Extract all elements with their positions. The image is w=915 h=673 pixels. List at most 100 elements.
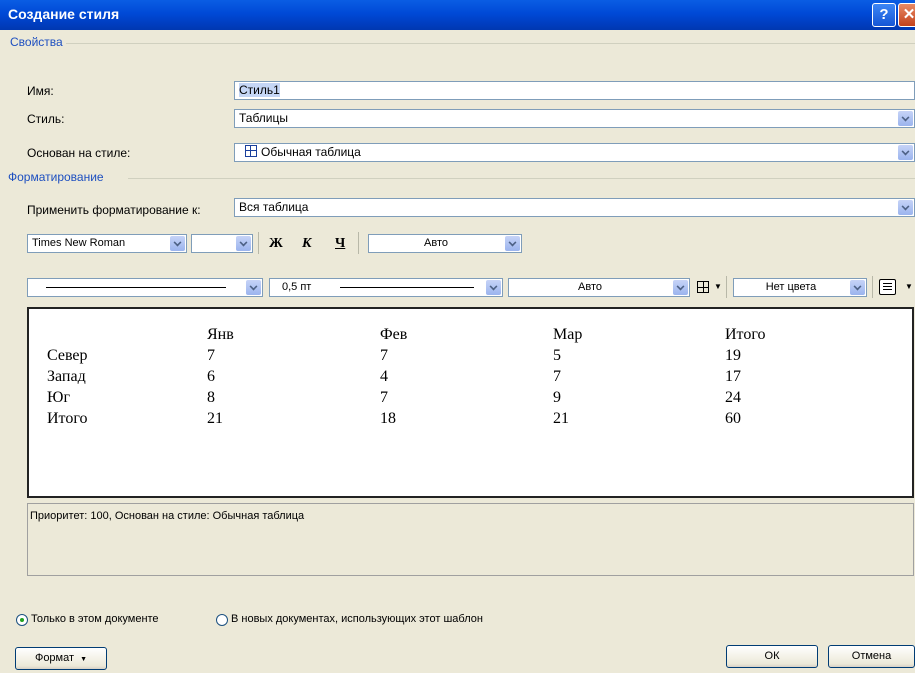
shading-value: Нет цвета: [765, 281, 817, 293]
table-cell: 7: [380, 389, 388, 406]
line-style-preview: [46, 287, 226, 288]
table-cell: Янв: [207, 326, 234, 343]
chevron-down-icon[interactable]: [898, 200, 913, 215]
name-input-value: Стиль1: [239, 83, 280, 97]
chevron-down-icon[interactable]: [170, 236, 185, 251]
table-row: Итого 21 18 21 60: [47, 410, 845, 431]
table-cell: 21: [553, 410, 569, 427]
table-cell: 6: [207, 368, 215, 385]
table-cell: 9: [553, 389, 561, 406]
border-color-select[interactable]: Авто: [508, 278, 690, 297]
table-cell: Запад: [47, 368, 86, 385]
shading-select[interactable]: Нет цвета: [733, 278, 867, 297]
table-cell: 19: [725, 347, 741, 364]
line-width-preview: [340, 287, 474, 288]
formatting-divider: [128, 178, 915, 179]
line-style-select[interactable]: [27, 278, 263, 297]
chevron-down-icon[interactable]: [898, 145, 913, 160]
formatting-section-title: Форматирование: [8, 170, 104, 184]
chevron-down-icon: ▼: [80, 656, 88, 663]
name-input[interactable]: Стиль1: [234, 81, 915, 100]
format-button[interactable]: Формат ▼: [15, 647, 107, 670]
borders-icon[interactable]: [697, 281, 709, 293]
preview-table: Янв Фев Мар Итого Север 7 7 5 19 Запад 6…: [47, 326, 845, 431]
table-cell: 60: [725, 410, 741, 427]
toolbar-separator: [726, 276, 727, 298]
table-cell: 4: [380, 368, 388, 385]
table-cell: 5: [553, 347, 561, 364]
based-on-value: Обычная таблица: [261, 145, 361, 159]
underline-button[interactable]: Ч: [335, 236, 345, 252]
table-cell: Север: [47, 347, 88, 364]
table-row: Юг 8 7 9 24: [47, 389, 845, 410]
properties-section-title: Свойства: [10, 35, 63, 49]
table-cell: 17: [725, 368, 741, 385]
style-type-select[interactable]: Таблицы: [234, 109, 915, 128]
chevron-down-icon[interactable]: [850, 280, 865, 295]
ok-button[interactable]: ОК: [726, 645, 818, 668]
table-cell: Фев: [380, 326, 408, 343]
window-title: Создание стиля: [8, 6, 120, 22]
table-preview: Янв Фев Мар Итого Север 7 7 5 19 Запад 6…: [27, 307, 914, 498]
toolbar-separator: [258, 232, 259, 254]
apply-to-value: Вся таблица: [239, 200, 309, 214]
table-icon: [245, 145, 257, 157]
chevron-down-icon[interactable]: [486, 280, 501, 295]
table-cell: 24: [725, 389, 741, 406]
radio-new-documents-label[interactable]: В новых документах, использующих этот ша…: [231, 613, 483, 625]
font-name-value: Times New Roman: [32, 237, 126, 249]
table-cell: Итого: [47, 410, 88, 427]
help-button[interactable]: ?: [872, 3, 896, 27]
toolbar-separator: [872, 276, 873, 298]
table-cell: 7: [207, 347, 215, 364]
name-label: Имя:: [27, 84, 54, 98]
properties-divider: [66, 43, 915, 44]
alignment-button[interactable]: [879, 279, 896, 295]
table-cell: 8: [207, 389, 215, 406]
italic-button[interactable]: К: [302, 236, 312, 252]
radio-new-documents[interactable]: [216, 614, 228, 626]
table-cell: Юг: [47, 389, 71, 406]
table-cell: [47, 326, 207, 347]
radio-this-document[interactable]: [16, 614, 28, 626]
font-color-select[interactable]: Авто: [368, 234, 522, 253]
table-cell: 7: [553, 368, 561, 385]
apply-to-label: Применить форматирование к:: [27, 203, 201, 217]
font-name-select[interactable]: Times New Roman: [27, 234, 187, 253]
table-cell: 18: [380, 410, 396, 427]
font-size-select[interactable]: [191, 234, 253, 253]
close-button[interactable]: ✕: [898, 3, 915, 27]
bold-button[interactable]: Ж: [269, 236, 283, 252]
title-bar: Создание стиля ? ✕: [0, 0, 915, 30]
table-cell: 7: [380, 347, 388, 364]
cancel-button[interactable]: Отмена: [828, 645, 915, 668]
borders-dropdown-icon[interactable]: ▼: [714, 282, 722, 291]
based-on-label: Основан на стиле:: [27, 146, 131, 160]
format-button-label: Формат: [34, 652, 75, 664]
style-type-label: Стиль:: [27, 112, 65, 126]
font-color-value: Авто: [424, 237, 448, 249]
style-type-value: Таблицы: [239, 111, 289, 125]
chevron-down-icon[interactable]: [236, 236, 251, 251]
table-cell: Итого: [725, 326, 766, 343]
chevron-down-icon[interactable]: [898, 111, 913, 126]
table-cell: 21: [207, 410, 223, 427]
chevron-down-icon[interactable]: [673, 280, 688, 295]
table-row: Запад 6 4 7 17: [47, 368, 845, 389]
based-on-select[interactable]: Обычная таблица: [234, 143, 915, 162]
alignment-dropdown-icon[interactable]: ▼: [905, 282, 913, 291]
table-header-row: Янв Фев Мар Итого: [47, 326, 845, 347]
chevron-down-icon[interactable]: [246, 280, 261, 295]
style-description: Приоритет: 100, Основан на стиле: Обычна…: [27, 503, 914, 576]
line-width-value: 0,5 пт: [282, 281, 312, 293]
table-row: Север 7 7 5 19: [47, 347, 845, 368]
table-cell: Мар: [553, 326, 583, 343]
border-color-value: Авто: [578, 281, 602, 293]
align-lines-icon: [883, 283, 892, 284]
line-width-select[interactable]: 0,5 пт: [269, 278, 503, 297]
apply-to-select[interactable]: Вся таблица: [234, 198, 915, 217]
chevron-down-icon[interactable]: [505, 236, 520, 251]
radio-this-document-label[interactable]: Только в этом документе: [31, 613, 159, 625]
toolbar-separator: [358, 232, 359, 254]
style-description-text: Приоритет: 100, Основан на стиле: Обычна…: [30, 510, 305, 522]
